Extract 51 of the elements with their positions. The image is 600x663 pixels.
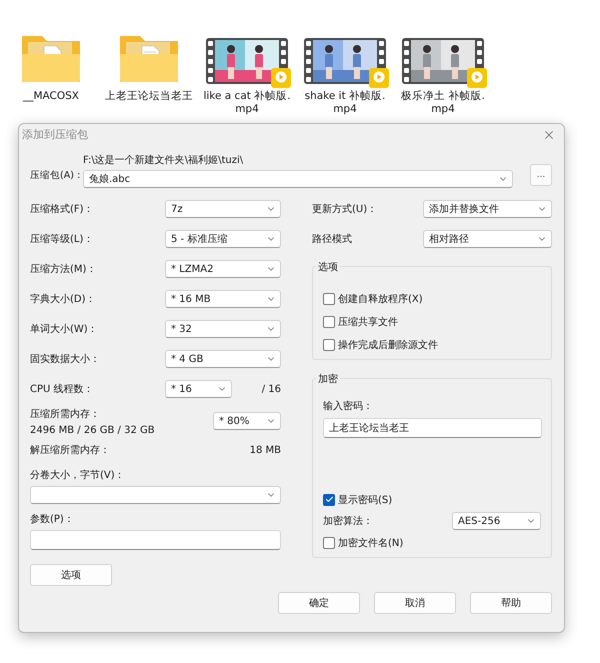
dropdown[interactable]: 添加并替换文件	[423, 200, 552, 218]
checkbox-label: 压缩共享文件	[338, 316, 398, 328]
thread-count: / 16	[262, 384, 281, 394]
dropdown[interactable]: * 80%	[213, 412, 281, 430]
file-name[interactable]: shake it 补帧版.mp4	[301, 90, 389, 116]
field-label: 解压缩所需内存：	[30, 444, 110, 457]
dropdown[interactable]: 5 - 标准压缩	[165, 230, 281, 248]
field-label: 压缩等级(L)：	[30, 232, 94, 246]
dropdown[interactable]: AES-256	[452, 512, 541, 530]
file-name[interactable]: 上老王论坛当老王	[105, 90, 193, 103]
field-label: 输入密码：	[323, 400, 374, 413]
dropdown[interactable]: 相对路径	[423, 230, 552, 248]
dropdown[interactable]: 7z	[165, 200, 281, 218]
dialog-button[interactable]: 帮助	[470, 592, 552, 614]
dropdown[interactable]: 兔娘.abc	[83, 170, 513, 188]
field-label: 分卷大小，字节(V)：	[30, 468, 126, 482]
dropdown[interactable]: * 4 GB	[165, 350, 281, 368]
file-name[interactable]: 极乐净土 补帧版.mp4	[399, 90, 487, 116]
browse-button[interactable]: ...	[530, 164, 552, 186]
field-label: 压缩包(A)：	[30, 169, 83, 182]
field-label: 单词大小(W)：	[30, 322, 98, 336]
checkbox-label: 操作完成后删除源文件	[338, 338, 438, 352]
field-label: 字典大小(D)：	[30, 292, 96, 306]
field-label: 路径模式	[312, 232, 352, 246]
field-label: 压缩方法(M)：	[30, 262, 96, 276]
file-name[interactable]: like a cat 补帧版.mp4	[203, 90, 291, 116]
options-button[interactable]: 选项	[30, 564, 112, 586]
dialog-button[interactable]: 确定	[278, 592, 360, 614]
archive-path: F:\这是一个新建文件夹\福利姬\tuzi\	[83, 154, 244, 167]
file-name[interactable]: __MACOSX	[7, 90, 95, 103]
checkbox-label: 加密文件名(N)	[338, 536, 404, 550]
field-label: 固实数据大小：	[30, 352, 100, 366]
memory-usage: 2496 MB / 26 GB / 32 GB	[30, 424, 155, 436]
field-label: 更新方式(U)：	[312, 202, 378, 216]
dropdown[interactable]: * LZMA2	[165, 260, 281, 278]
group-title: 加密	[316, 372, 340, 386]
checkbox-label: 创建自释放程序(X)	[338, 292, 423, 306]
checkbox-label: 显示密码(S)	[338, 494, 392, 506]
dropdown[interactable]: * 16	[165, 380, 232, 398]
memory-value: 18 MB	[250, 444, 281, 456]
window-title: 添加到压缩包	[22, 127, 88, 142]
group-title: 选项	[316, 260, 340, 274]
dropdown[interactable]: * 32	[165, 320, 281, 338]
field-label: 参数(P)：	[30, 512, 75, 526]
password-field[interactable]: 上老王论坛当老王	[323, 418, 542, 438]
field-label: 压缩格式(F)：	[30, 202, 94, 216]
field-label: 加密算法：	[323, 514, 373, 528]
dropdown[interactable]: * 16 MB	[165, 290, 281, 308]
field-label: CPU 线程数：	[30, 382, 94, 396]
field-label: 压缩所需内存：	[30, 408, 101, 420]
dialog-button[interactable]: 取消	[374, 592, 456, 614]
